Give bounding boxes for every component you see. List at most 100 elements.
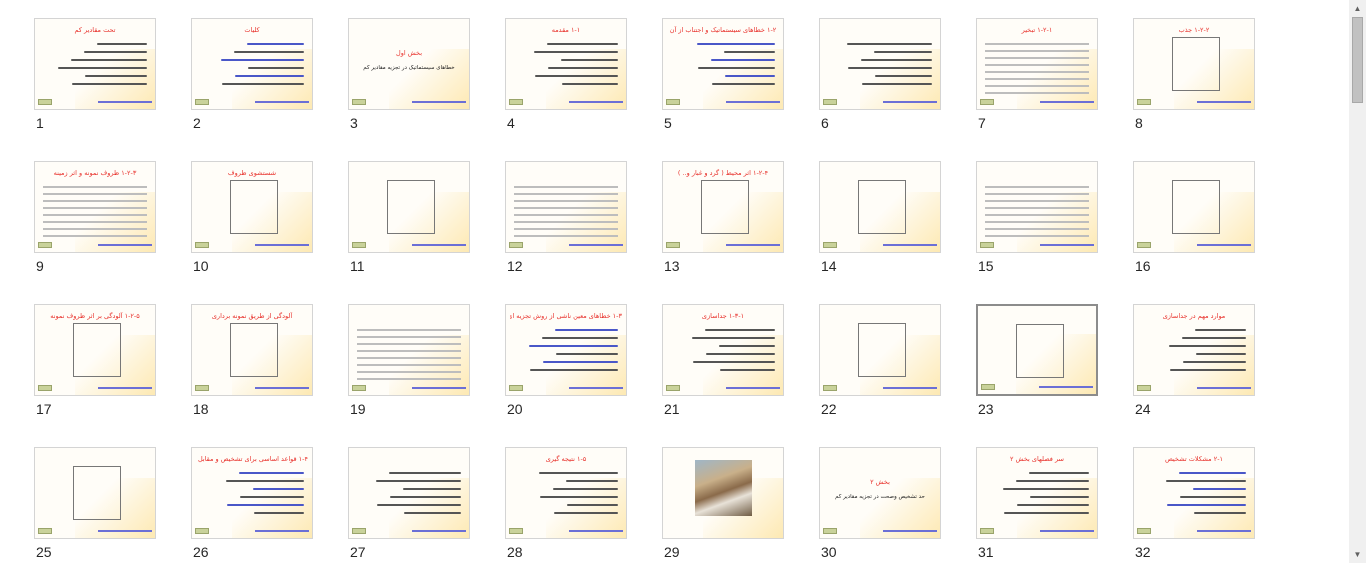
text-line [542, 337, 618, 339]
footer-text-line [883, 244, 937, 246]
slide-thumbnail[interactable]: بخش اول خطاهای سیستماتیک در تجزیه مقادیر … [348, 18, 470, 110]
slide-number: 7 [978, 115, 986, 131]
slide-thumbnail[interactable]: ۱-۲-۱ تبخیر [976, 18, 1098, 110]
slide-title: ۱-۲ خطاهای سیستماتیک و اجتناب از آن [669, 26, 777, 34]
footer-logo-icon [352, 99, 366, 105]
footer-text-line [98, 530, 152, 532]
slide-thumbnail[interactable]: ۱-۲-۵ آلودگی بر اثر ظروف نمونه [34, 304, 156, 396]
text-line [389, 472, 461, 474]
footer-logo-icon [980, 242, 994, 248]
text-line [1016, 480, 1089, 482]
footer-logo-icon [666, 385, 680, 391]
scrollbar-thumb[interactable] [1352, 17, 1363, 103]
slide-footer [980, 528, 1094, 535]
slide-thumbnail[interactable] [348, 447, 470, 539]
footer-logo-icon [1137, 242, 1151, 248]
text-line [720, 369, 775, 371]
text-line [1193, 488, 1246, 490]
slide-title: ۱-۲-۴ اثر محیط ( گرد و غبار و.. ) [677, 169, 769, 177]
slide-thumbnail[interactable] [505, 161, 627, 253]
text-line [861, 59, 932, 61]
slide-thumbnail[interactable]: موارد مهم در جداسازی [1133, 304, 1255, 396]
footer-text-line [569, 101, 623, 103]
slide-title: ۱-۵ نتیجه گیری [545, 455, 587, 463]
slide-thumbnail[interactable]: بخش ۲ حد تشخیص وصحت در تجزیه مقادیر کم [819, 447, 941, 539]
text-line [1029, 472, 1089, 474]
slide-thumbnail[interactable] [976, 304, 1098, 396]
text-line [874, 51, 932, 53]
text-line [535, 75, 618, 77]
figure-preview [73, 466, 121, 520]
scroll-down-icon[interactable]: ▼ [1349, 546, 1366, 563]
slide-thumbnail[interactable]: ۱-۲-۳ ظروف نمونه و اثر زمینه [34, 161, 156, 253]
text-line [240, 496, 304, 498]
slide-thumbnail[interactable]: ۱-۲-۴ اثر محیط ( گرد و غبار و.. ) [662, 161, 784, 253]
slide-thumbnail[interactable] [1133, 161, 1255, 253]
text-line [239, 472, 304, 474]
slide-footer [823, 99, 937, 106]
text-line [862, 83, 932, 85]
text-line [254, 512, 304, 514]
slide-thumbnail[interactable]: سر فصلهای بخش ۲ [976, 447, 1098, 539]
text-line [711, 59, 775, 61]
footer-text-line [1040, 530, 1094, 532]
text-line [1180, 496, 1246, 498]
slide-number: 13 [664, 258, 680, 274]
text-line [706, 353, 775, 355]
text-line [1196, 353, 1246, 355]
table-preview [985, 186, 1089, 242]
text-line [848, 67, 932, 69]
text-line [847, 43, 932, 45]
slide-thumbnail[interactable] [819, 18, 941, 110]
figure-preview [73, 323, 121, 377]
text-line [85, 75, 147, 77]
footer-logo-icon [38, 99, 52, 105]
slide-footer [666, 99, 780, 106]
text-line [1003, 488, 1089, 490]
footer-text-line [412, 244, 466, 246]
footer-text-line [98, 387, 152, 389]
slide-footer [1137, 528, 1251, 535]
footer-logo-icon [1137, 99, 1151, 105]
slide-thumbnail[interactable]: ۲-۱ مشکلات تشخیص [1133, 447, 1255, 539]
slide-number: 23 [978, 401, 994, 417]
text-line [247, 43, 304, 45]
slide-footer [352, 242, 466, 249]
footer-text-line [569, 244, 623, 246]
slide-thumbnail[interactable] [662, 447, 784, 539]
slide-footer [823, 528, 937, 535]
slide-thumbnail[interactable]: ۱-۲ خطاهای سیستماتیک و اجتناب از آن [662, 18, 784, 110]
slide-thumbnail[interactable] [348, 161, 470, 253]
slide-thumbnail[interactable]: شستشوی ظروف [191, 161, 313, 253]
vertical-scrollbar[interactable]: ▲ ▼ [1349, 0, 1366, 563]
slide-thumbnail[interactable] [34, 447, 156, 539]
footer-logo-icon [38, 242, 52, 248]
slide-thumbnail[interactable]: ۱-۵ نتیجه گیری [505, 447, 627, 539]
figure-preview [858, 323, 906, 377]
slide-number: 22 [821, 401, 837, 417]
slide-thumbnail[interactable]: ۱-۴ قواعد اساسی برای تشخیص و مقابل خطاها… [191, 447, 313, 539]
slide-number: 4 [507, 115, 515, 131]
slide-thumbnail[interactable] [819, 304, 941, 396]
slide-thumbnail[interactable]: ۱-۲-۲ جذب [1133, 18, 1255, 110]
slide-thumbnail[interactable] [976, 161, 1098, 253]
slide-title: ۱-۲-۳ ظروف نمونه و اثر زمینه [53, 169, 137, 177]
slide-thumbnail[interactable]: ۱-۱ مقدمه [505, 18, 627, 110]
slide-thumbnail[interactable]: ۱-۳ خطاهای معین ناشی از روش تجزیه ای [505, 304, 627, 396]
slide-thumbnail[interactable]: ۱-۳-۱ جداسازی [662, 304, 784, 396]
footer-logo-icon [195, 242, 209, 248]
slide-thumbnail[interactable] [348, 304, 470, 396]
slide-number: 11 [350, 258, 365, 274]
slide-thumbnail[interactable]: آلودگی از طریق نمونه برداری [191, 304, 313, 396]
slide-footer [980, 242, 1094, 249]
scroll-up-icon[interactable]: ▲ [1349, 0, 1366, 17]
slide-footer [1137, 242, 1251, 249]
footer-logo-icon [823, 528, 837, 534]
slide-footer [1137, 385, 1251, 392]
footer-text-line [255, 101, 309, 103]
slide-thumbnail[interactable]: کلیات [191, 18, 313, 110]
footer-text-line [412, 101, 466, 103]
slide-thumbnail[interactable]: تحت مقادیر کم [34, 18, 156, 110]
slide-thumbnail[interactable] [819, 161, 941, 253]
text-line [562, 83, 618, 85]
